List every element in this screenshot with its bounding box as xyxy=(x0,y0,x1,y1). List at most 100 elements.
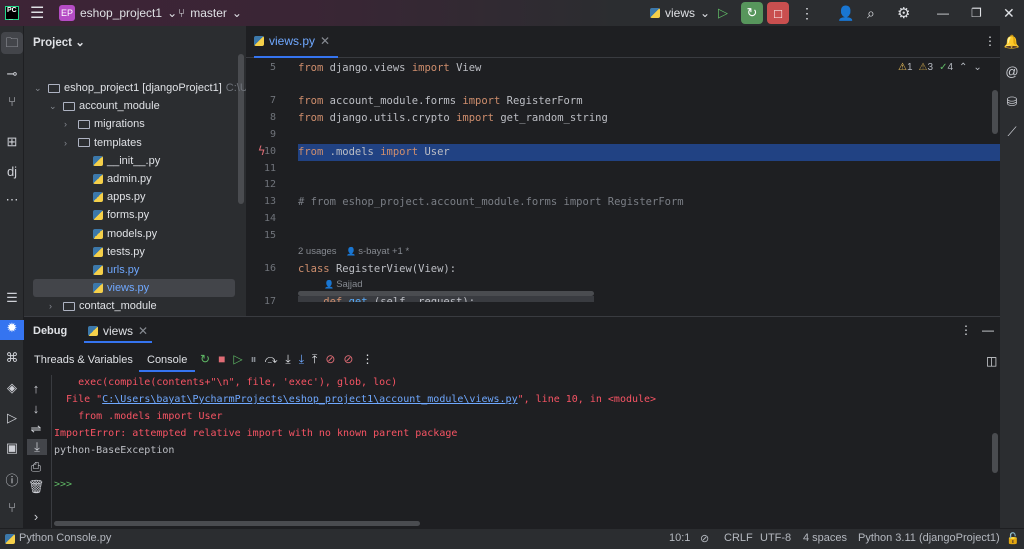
view-breakpoints-icon[interactable]: ⊘ xyxy=(325,352,335,367)
tab-views-py[interactable]: views.py ✕ xyxy=(254,26,339,58)
branch-switcher[interactable]: ⑂ master ⌄ xyxy=(178,0,242,26)
code-line[interactable]: from django.views import View xyxy=(298,62,481,74)
print-icon[interactable]: ⎙ xyxy=(24,459,48,475)
notifications-icon[interactable]: 🔔 xyxy=(1000,34,1024,50)
pause-icon[interactable]: ⏸ xyxy=(251,352,257,367)
more-icon[interactable]: ⋮ xyxy=(361,352,373,367)
editor-scrollbar[interactable] xyxy=(992,90,998,134)
code-line[interactable]: from django.utils.crypto import get_rand… xyxy=(298,112,608,124)
code-vision-hint[interactable]: 2 usages xyxy=(298,246,337,257)
console-hscrollbar[interactable] xyxy=(54,521,420,526)
stop-icon[interactable]: ■ xyxy=(218,352,225,367)
tree-item[interactable]: views.py xyxy=(33,279,235,298)
more-icon[interactable]: ⋮ xyxy=(800,0,814,26)
tree-item[interactable]: forms.py xyxy=(79,206,149,224)
more-icon[interactable]: ⋮ xyxy=(984,34,996,48)
dj-icon[interactable]: dj xyxy=(0,164,24,179)
git-branch-icon[interactable]: ⑂ xyxy=(0,94,24,109)
tab-debug-views[interactable]: views ✕ xyxy=(84,321,153,343)
sciview-icon[interactable]: ⟋ xyxy=(1000,124,1024,140)
minimize-icon[interactable]: — xyxy=(982,323,994,337)
close-icon[interactable]: ✕ xyxy=(138,324,148,338)
more-icon[interactable]: ⋮ xyxy=(960,323,972,337)
chevron-right-icon[interactable]: › xyxy=(49,301,59,311)
tree-item[interactable]: urls.py xyxy=(79,261,139,279)
tree-item[interactable]: apps.py xyxy=(79,188,146,206)
tree-item[interactable]: models.py xyxy=(79,225,157,243)
ai-assistant-icon[interactable]: @ xyxy=(1000,64,1024,79)
project-switcher[interactable]: EP eshop_project1 ⌄ xyxy=(59,0,177,26)
soft-wrap-icon[interactable]: ⇌ xyxy=(24,421,48,437)
file-link[interactable]: C:\Users\bayat\PycharmProjects\eshop_pro… xyxy=(102,394,517,405)
interpreter[interactable]: Python 3.11 (djangoProject1) xyxy=(858,532,1000,544)
chevron-right-icon[interactable]: › xyxy=(24,509,48,524)
tab-console[interactable]: Console xyxy=(139,350,196,372)
tree-item[interactable]: tests.py xyxy=(79,243,145,261)
database-icon[interactable]: ⛁ xyxy=(1000,94,1024,110)
code-line[interactable]: from .models import User xyxy=(298,146,450,158)
structure-icon[interactable]: ⊞ xyxy=(0,134,24,150)
scroll-to-end-icon[interactable]: ⤓ xyxy=(27,439,47,455)
code-vision-hint[interactable]: 👤 s-bayat +1 * xyxy=(346,246,409,257)
run-config-selector[interactable]: views ⌄ xyxy=(650,0,710,26)
mute-breakpoints-icon[interactable]: ⊘ xyxy=(343,352,353,367)
caret-position[interactable]: 10:1 xyxy=(669,532,690,544)
resume-icon[interactable]: ▷ xyxy=(718,0,728,26)
resume-icon[interactable]: ▷ xyxy=(233,352,242,367)
folder-icon[interactable]: 🗀 xyxy=(1,32,23,54)
step-into-icon[interactable]: ⤓ xyxy=(285,352,290,367)
encoding[interactable]: UTF-8 xyxy=(760,532,791,544)
main-menu-icon[interactable]: ☰ xyxy=(30,0,44,26)
terminal-icon[interactable]: ▣ xyxy=(0,440,24,456)
stop-button[interactable]: □ xyxy=(767,2,789,24)
layout-icon[interactable]: ◫ xyxy=(986,354,997,368)
git-icon[interactable]: ⑂ xyxy=(0,500,24,515)
tree-item[interactable]: __init__.py xyxy=(79,152,160,170)
project-panel-title[interactable]: Project ⌄ xyxy=(33,35,85,49)
tree-scrollbar[interactable] xyxy=(238,54,244,204)
minimize-icon[interactable]: — xyxy=(937,0,949,26)
problems-icon[interactable]: ⓘ xyxy=(0,470,24,489)
console-scrollbar[interactable] xyxy=(992,433,998,473)
gear-icon[interactable]: ⚙ xyxy=(897,0,910,26)
line-separator[interactable]: CRLF xyxy=(724,532,753,544)
tree-item[interactable]: › templates xyxy=(64,134,142,152)
chevron-right-icon[interactable]: › xyxy=(64,138,74,148)
chevron-down-icon[interactable]: ⌄ xyxy=(49,101,59,112)
code-vision-hint[interactable]: 👤 Sajjad xyxy=(324,279,363,290)
commit-icon[interactable]: ⊸ xyxy=(0,66,24,82)
code-line[interactable]: # from eshop_project.account_module.form… xyxy=(298,196,684,208)
code-line[interactable]: from account_module.forms import Registe… xyxy=(298,95,583,107)
step-out-icon[interactable]: ⤒ xyxy=(312,352,317,367)
inspection-widget[interactable]: ⚠1 ⚠3 ✓4 ⌃ ⌄ xyxy=(898,62,982,73)
tab-threads-variables[interactable]: Threads & Variables xyxy=(34,354,133,366)
code-line[interactable]: def get (self, request): xyxy=(298,296,594,302)
editor-hscrollbar[interactable] xyxy=(298,291,594,296)
status-file[interactable]: Python Console.py xyxy=(5,532,111,544)
list-icon[interactable]: ☰ xyxy=(0,290,24,306)
close-icon[interactable]: ✕ xyxy=(1003,0,1015,26)
rerun-icon[interactable]: ↻ xyxy=(200,352,210,367)
services-icon[interactable]: ▷ xyxy=(0,410,24,426)
search-icon[interactable]: ⌕ xyxy=(867,0,875,26)
python-console-icon[interactable]: ⌘ xyxy=(0,350,24,366)
no-highlight-icon[interactable]: ⊘ xyxy=(700,532,709,545)
trash-icon[interactable]: 🗑 xyxy=(24,479,48,495)
tree-item[interactable]: › contact_module xyxy=(49,297,157,315)
lock-icon[interactable]: 🔓 xyxy=(1006,532,1020,545)
tree-item[interactable]: ⌄ eshop_project1 [djangoProject1] C:\Us xyxy=(34,79,253,97)
step-into-my-code-icon[interactable]: ⤓ xyxy=(299,352,304,367)
indent[interactable]: 4 spaces xyxy=(803,532,847,544)
tree-item[interactable]: admin.py xyxy=(79,170,152,188)
chevron-down-icon[interactable]: ⌄ xyxy=(34,83,44,94)
arrow-up-icon[interactable]: ↑ xyxy=(24,381,48,396)
debug-icon[interactable]: ✹ xyxy=(0,320,24,340)
tree-item[interactable]: › migrations xyxy=(64,115,145,133)
chevron-down-icon[interactable]: ⌄ xyxy=(973,62,981,73)
more-icon[interactable]: ⋯ xyxy=(0,192,24,208)
chevron-right-icon[interactable]: › xyxy=(64,119,74,129)
restore-icon[interactable]: ❐ xyxy=(971,0,982,26)
rerun-button[interactable]: ↻ xyxy=(741,2,763,24)
console-prompt[interactable]: >>> xyxy=(54,479,72,490)
step-over-icon[interactable]: ⤼ xyxy=(265,352,278,367)
